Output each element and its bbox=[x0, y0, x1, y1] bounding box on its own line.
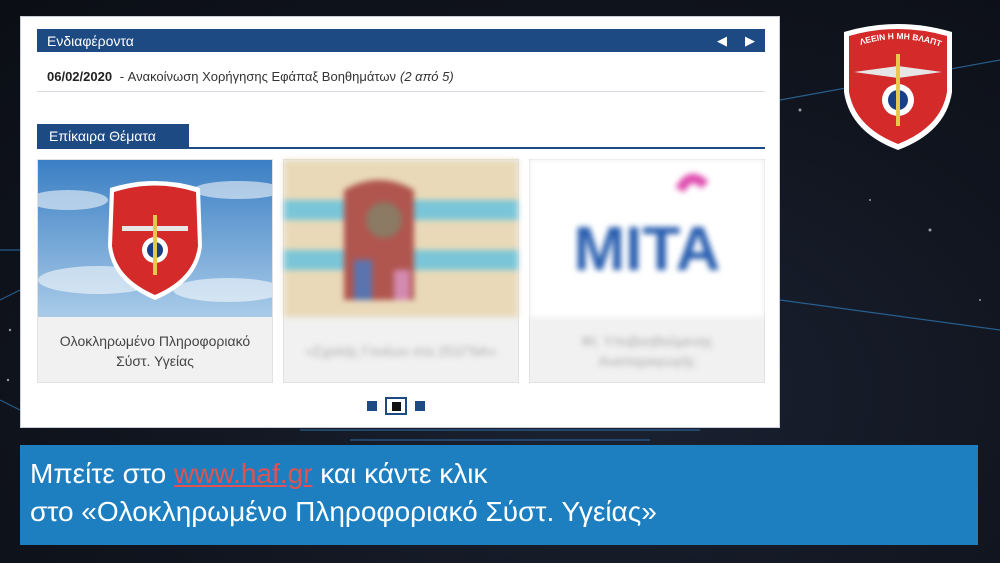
topics-tab[interactable]: Επίκαιρα Θέματα bbox=[37, 124, 189, 148]
topic-card-health-system[interactable]: Ολοκληρωμένο Πληροφοριακό Σύστ. Υγείας bbox=[37, 159, 273, 383]
topic-card-image: MITA bbox=[530, 160, 764, 317]
air-force-medical-logo-icon: ΩΦΕΛΕΕΙΝ Η ΜΗ ΒΛΑΠΤΕΙΝ bbox=[840, 22, 952, 150]
carousel-pagination bbox=[367, 397, 425, 415]
instructions-line-1: Μπείτε στο www.haf.gr και κάντε κλικ bbox=[30, 455, 968, 493]
news-item-counter: (2 από 5) bbox=[400, 68, 454, 84]
carousel-dot-active[interactable] bbox=[385, 397, 407, 415]
mita-logo-text: MITA bbox=[574, 215, 721, 284]
topics-underline bbox=[37, 147, 765, 149]
website-screenshot-panel: Ενδιαφέροντα ◀ ▶ 06/02/2020 - Ανακοίνωση… bbox=[20, 16, 780, 428]
topic-card-assisted-reproduction[interactable]: MITA ΦΙ. Υποβοηθούμενης Αναπαραγωγής bbox=[529, 159, 765, 383]
topic-card-caption: ΦΙ. Υποβοηθούμενης Αναπαραγωγής bbox=[581, 333, 713, 369]
topic-card-caption: «Σχολής Γονέων στο 251ΓΝΑ» bbox=[305, 343, 497, 359]
instructions-caption: Μπείτε στο www.haf.gr και κάντε κλικ στο… bbox=[20, 445, 978, 545]
instructions-line-2: στο «Ολοκληρωμένο Πληροφοριακό Σύστ. Υγε… bbox=[30, 496, 657, 527]
instructions-prefix: Μπείτε στο bbox=[30, 458, 174, 489]
news-item-date: 06/02/2020 bbox=[47, 68, 113, 84]
news-header-bar: Ενδιαφέροντα ◀ ▶ bbox=[37, 29, 765, 52]
news-prev-arrow-icon[interactable]: ◀ bbox=[717, 33, 727, 49]
news-next-arrow-icon[interactable]: ▶ bbox=[745, 33, 755, 49]
news-header-title: Ενδιαφέροντα bbox=[47, 32, 134, 49]
news-arrows: ◀ ▶ bbox=[717, 33, 755, 49]
news-item-dash: - bbox=[116, 68, 128, 84]
news-item-text: Ανακοίνωση Χορήγησης Εφάπαξ Βοηθημάτων bbox=[127, 68, 397, 84]
carousel-dot[interactable] bbox=[415, 401, 425, 411]
topic-card-parents-school[interactable]: «Σχολής Γονέων στο 251ΓΝΑ» bbox=[283, 159, 519, 383]
haf-website-link[interactable]: www.haf.gr bbox=[174, 458, 313, 489]
news-item[interactable]: 06/02/2020 - Ανακοίνωση Χορήγησης Εφάπαξ… bbox=[47, 63, 765, 89]
topic-card-image bbox=[38, 160, 272, 317]
topic-card-caption: Ολοκληρωμένο Πληροφοριακό Σύστ. Υγείας bbox=[59, 333, 251, 369]
topic-card-image bbox=[284, 160, 518, 317]
instructions-suffix: και κάντε κλικ bbox=[312, 458, 488, 489]
carousel-dot[interactable] bbox=[367, 401, 377, 411]
news-divider bbox=[37, 91, 765, 92]
